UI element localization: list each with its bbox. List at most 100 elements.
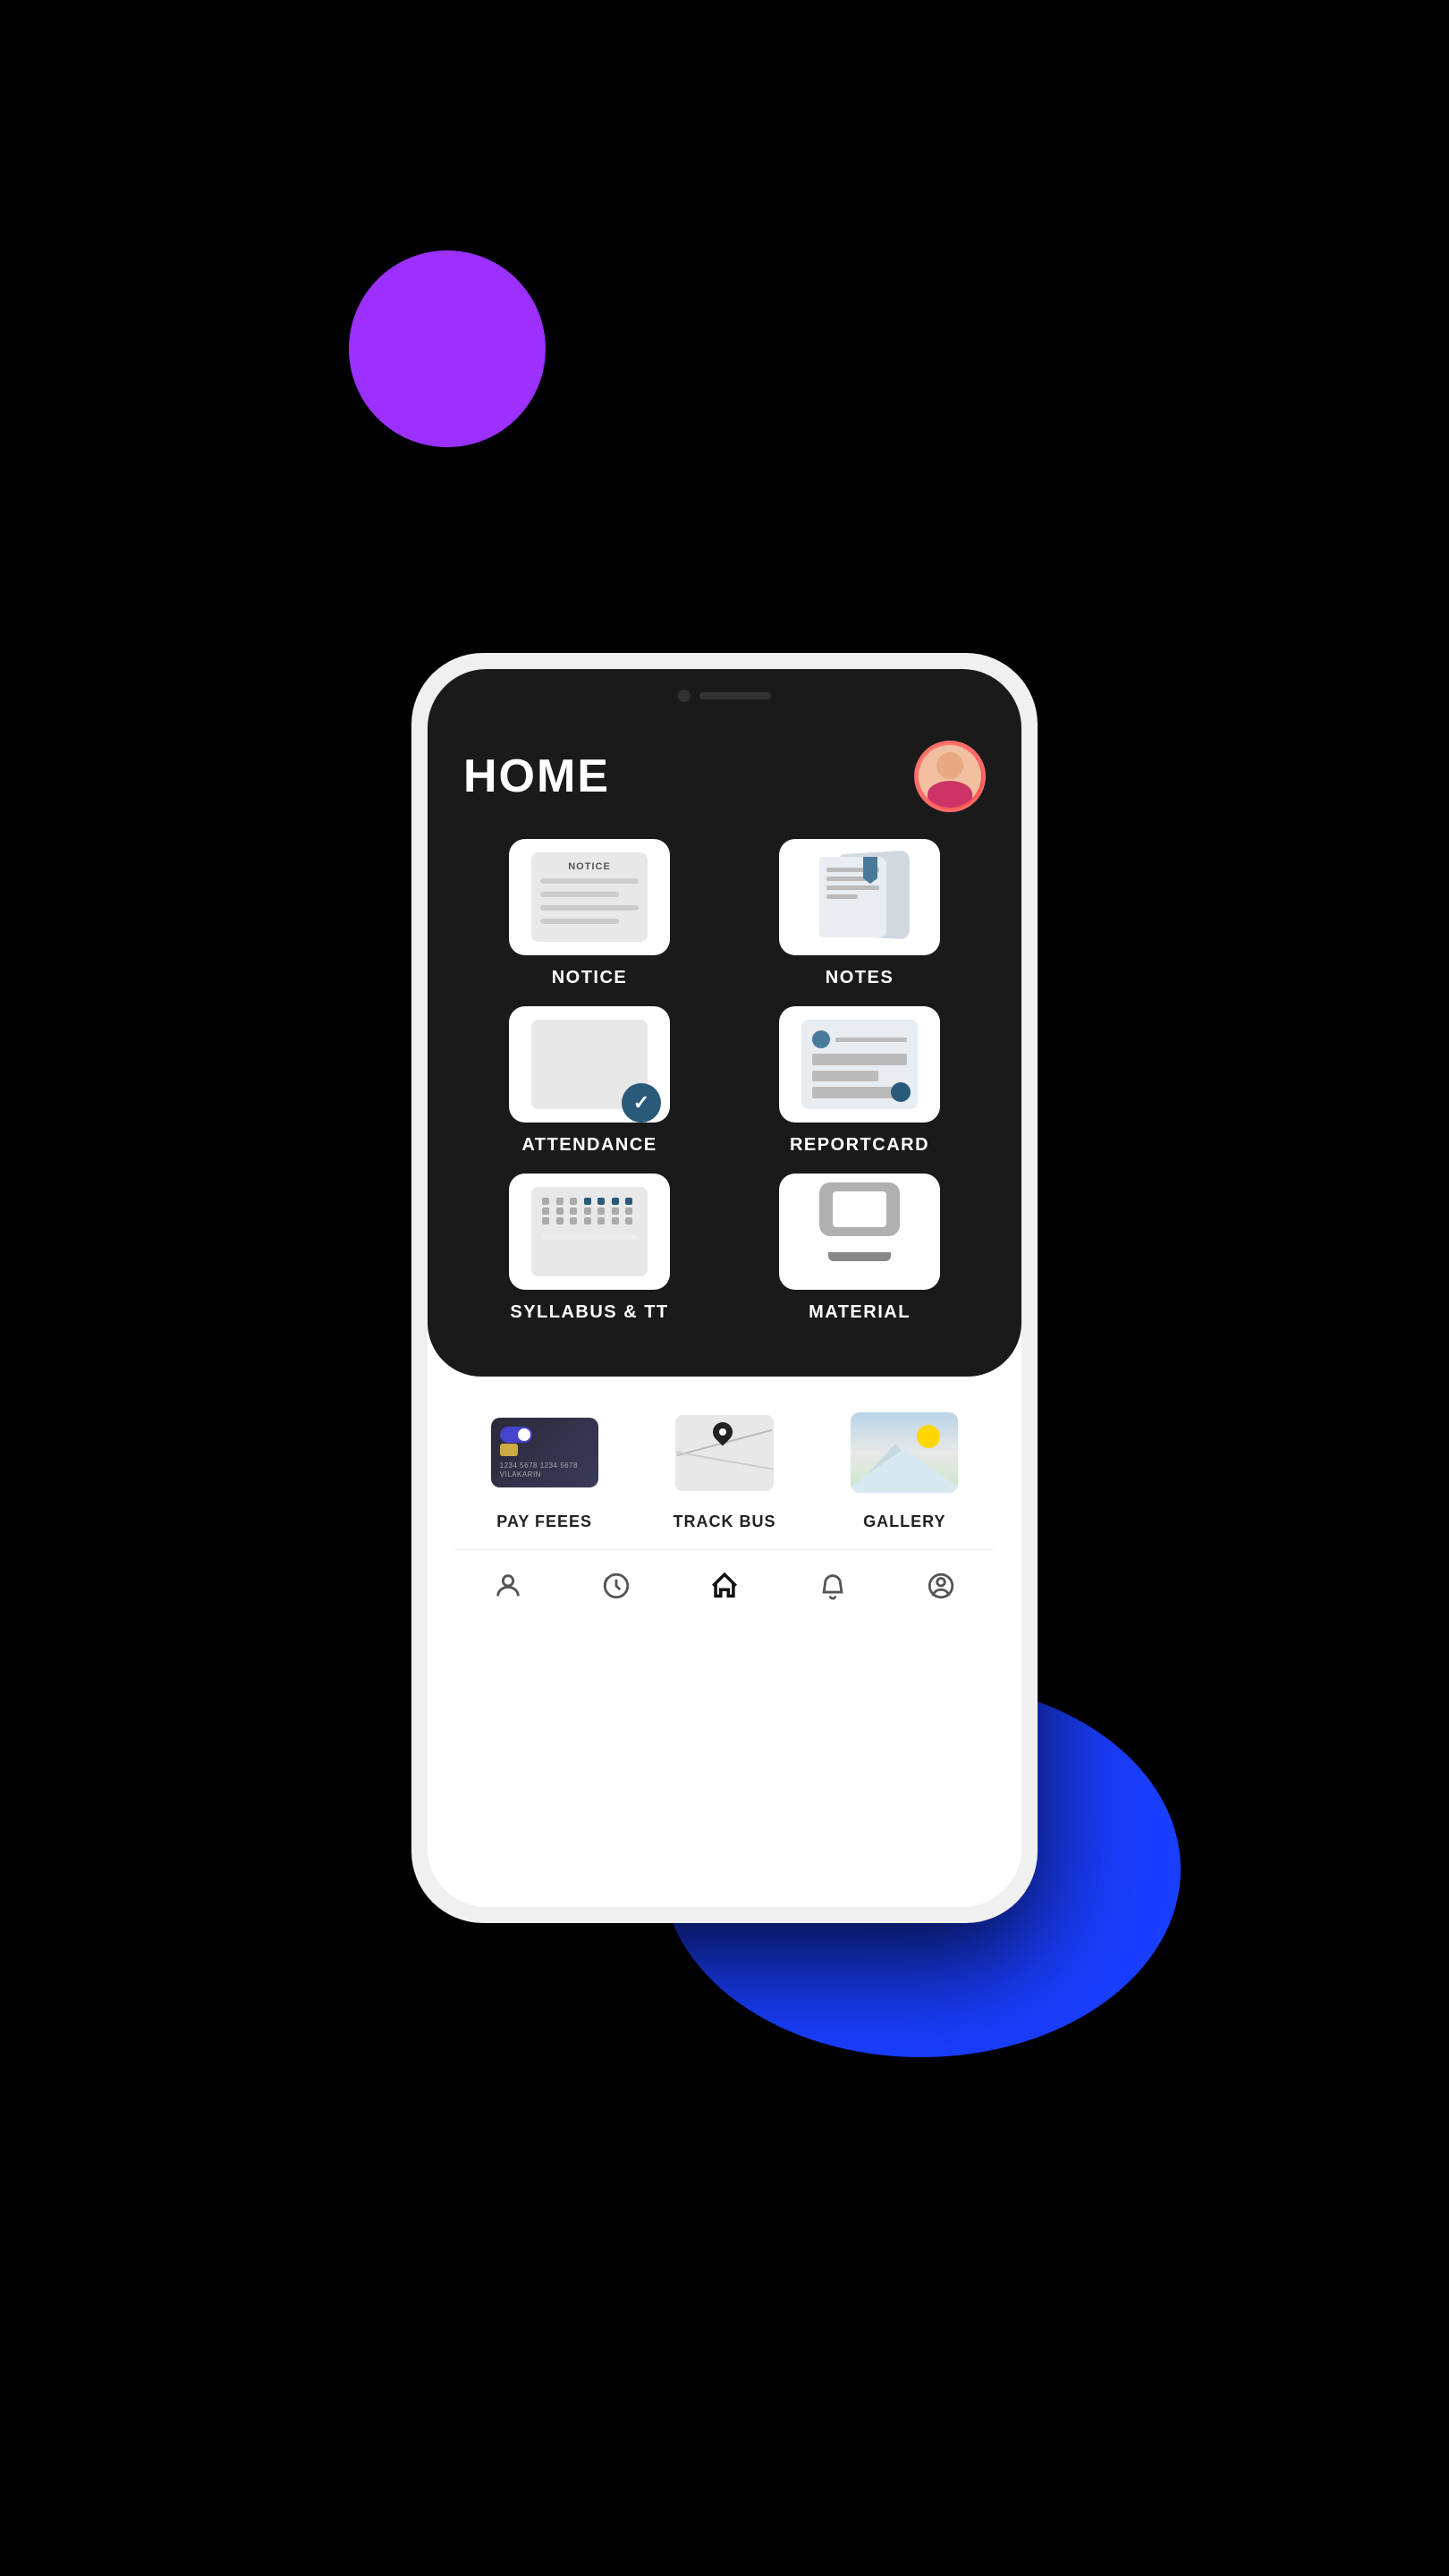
notice-label: NOTICE	[552, 968, 628, 988]
notes-icon-box	[779, 839, 940, 955]
nav-item-account[interactable]	[905, 1564, 977, 1607]
dark-section: HOME NOTICE	[428, 723, 1021, 1377]
attendance-label: ATTENDANCE	[521, 1135, 657, 1156]
notes-line	[826, 886, 879, 890]
avatar[interactable]	[914, 741, 986, 812]
syllabus-line	[542, 1235, 637, 1239]
page-title: HOME	[463, 750, 610, 803]
card-number: 1234 5678 1234 5678	[500, 1462, 589, 1470]
notes-label: NOTES	[826, 968, 894, 988]
notice-line	[540, 905, 639, 911]
menu-grid: NOTICE NOTICE	[463, 839, 986, 1323]
gallery-icon	[851, 1412, 958, 1493]
syllabus-dot	[570, 1217, 577, 1224]
payfees-icon-box: 1234 5678 1234 5678 VILAKARIN	[482, 1403, 607, 1502]
white-section: 1234 5678 1234 5678 VILAKARIN PAY FEEES	[428, 1377, 1021, 1907]
nav-item-profile[interactable]	[472, 1564, 544, 1607]
header-row: HOME	[463, 741, 986, 812]
menu-item-material[interactable]: MATERIAL	[733, 1174, 986, 1323]
notes-book-front	[819, 857, 886, 937]
bottom-nav	[454, 1549, 995, 1622]
bottom-item-gallery[interactable]: GALLERY	[842, 1403, 967, 1531]
phone-frame: HOME NOTICE	[411, 653, 1038, 1923]
syllabus-dot	[612, 1198, 619, 1205]
gallery-icon-box	[842, 1403, 967, 1502]
syllabus-dot	[542, 1208, 549, 1215]
map-line	[676, 1451, 774, 1470]
notes-line	[826, 877, 869, 881]
home-icon	[707, 1568, 742, 1604]
card-chip	[500, 1444, 518, 1456]
gallery-label: GALLERY	[863, 1513, 945, 1531]
syllabus-dot	[597, 1198, 605, 1205]
syllabus-dot	[625, 1198, 632, 1205]
bell-icon	[815, 1568, 851, 1604]
syllabus-dot	[584, 1217, 591, 1224]
gallery-mountain2	[851, 1448, 958, 1493]
syllabus-dot	[612, 1208, 619, 1215]
report-avatar	[812, 1030, 830, 1048]
notch-speaker	[699, 692, 771, 699]
syllabus-dot	[612, 1217, 619, 1224]
trackbus-label: TRACK BUS	[673, 1513, 775, 1531]
notch-camera	[678, 690, 691, 702]
notice-icon-box: NOTICE	[509, 839, 670, 955]
menu-item-attendance[interactable]: ✓ ATTENDANCE	[463, 1006, 716, 1156]
notch-area	[428, 669, 1021, 723]
syllabus-dot	[556, 1198, 564, 1205]
notes-bookmark	[863, 857, 877, 884]
profile-icon	[490, 1568, 526, 1604]
material-tray	[828, 1252, 891, 1261]
nav-item-home[interactable]	[689, 1564, 760, 1607]
phone-inner: HOME NOTICE	[428, 669, 1021, 1907]
bottom-item-trackbus[interactable]: TRACK BUS	[662, 1403, 787, 1531]
attendance-icon-box: ✓	[509, 1006, 670, 1123]
map-background	[675, 1415, 774, 1491]
syllabus-dot	[597, 1208, 605, 1215]
material-output	[833, 1238, 886, 1252]
report-line	[812, 1054, 907, 1065]
attendance-check: ✓	[622, 1083, 661, 1123]
reportcard-icon-box	[779, 1006, 940, 1123]
syllabus-dot	[556, 1208, 564, 1215]
menu-item-notes[interactable]: NOTES	[733, 839, 986, 988]
syllabus-dots	[542, 1198, 637, 1224]
notch	[635, 682, 814, 709]
trackbus-icon-wrap	[671, 1412, 778, 1493]
card-toggle	[500, 1427, 532, 1443]
material-icon-box	[779, 1174, 940, 1290]
nav-item-history[interactable]	[580, 1564, 652, 1607]
map-pin	[713, 1422, 736, 1445]
account-icon	[923, 1568, 959, 1604]
syllabus-dot	[570, 1208, 577, 1215]
notice-line	[540, 878, 639, 884]
trackbus-icon-box	[662, 1403, 787, 1502]
menu-item-notice[interactable]: NOTICE NOTICE	[463, 839, 716, 988]
blob-purple	[349, 250, 546, 447]
syllabus-dot	[584, 1208, 591, 1215]
menu-item-reportcard[interactable]: REPORTCARD	[733, 1006, 986, 1156]
syllabus-dot	[597, 1217, 605, 1224]
notice-icon: NOTICE	[531, 852, 648, 942]
syllabus-dot	[556, 1217, 564, 1224]
syllabus-icon-box	[509, 1174, 670, 1290]
history-icon	[598, 1568, 634, 1604]
syllabus-dot	[570, 1198, 577, 1205]
syllabus-dot	[542, 1198, 549, 1205]
syllabus-label: SYLLABUS & TT	[510, 1302, 668, 1323]
bottom-icons-row: 1234 5678 1234 5678 VILAKARIN PAY FEEES	[454, 1403, 995, 1531]
material-printer	[819, 1182, 900, 1236]
syllabus-dot	[625, 1217, 632, 1224]
map-pin-dot	[719, 1428, 726, 1436]
reportcard-icon	[801, 1020, 918, 1109]
card-name: VILAKARIN	[500, 1470, 589, 1479]
menu-item-syllabus[interactable]: SYLLABUS & TT	[463, 1174, 716, 1323]
notes-line	[826, 894, 858, 899]
attendance-icon: ✓	[531, 1020, 648, 1109]
material-label: MATERIAL	[809, 1302, 911, 1323]
syllabus-dot	[542, 1217, 549, 1224]
payfees-card: 1234 5678 1234 5678 VILAKARIN	[491, 1418, 598, 1487]
nav-item-notifications[interactable]	[797, 1564, 869, 1607]
notice-line	[540, 919, 619, 924]
bottom-item-payfees[interactable]: 1234 5678 1234 5678 VILAKARIN PAY FEEES	[482, 1403, 607, 1531]
